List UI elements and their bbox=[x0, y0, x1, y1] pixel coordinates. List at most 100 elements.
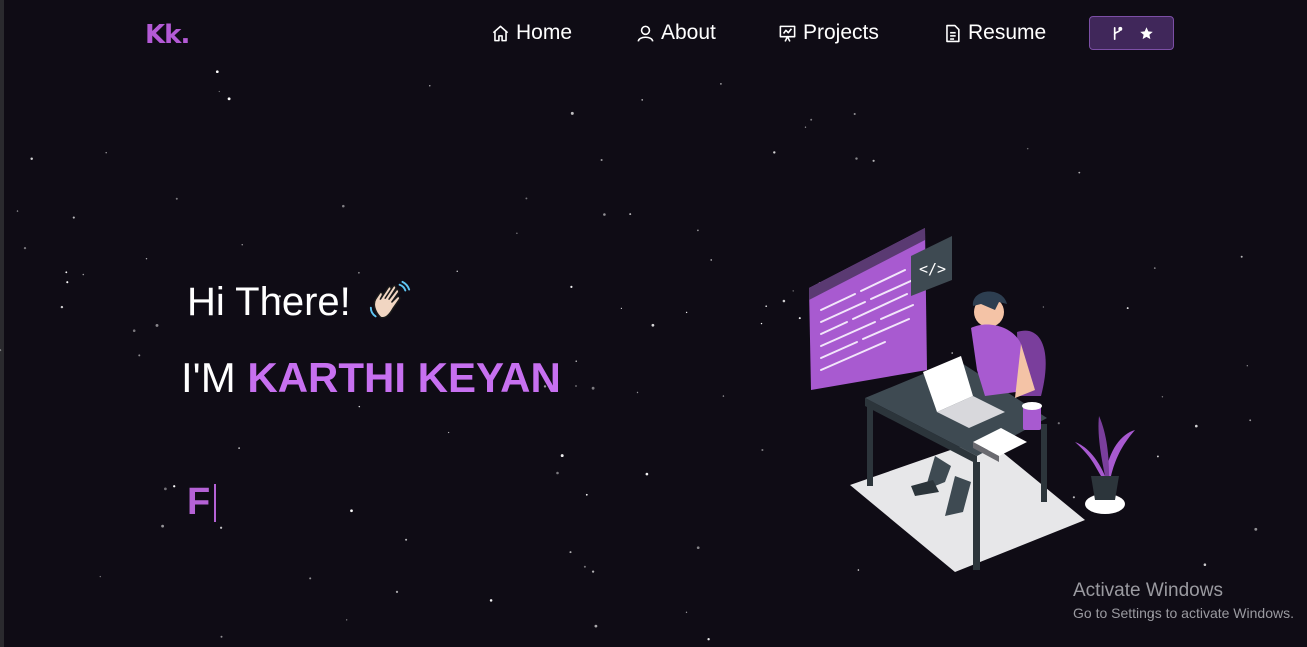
windows-activation-watermark: Activate Windows Go to Settings to activ… bbox=[1073, 580, 1294, 621]
star bbox=[350, 509, 353, 513]
nav-resume[interactable]: Resume bbox=[943, 20, 1046, 46]
star bbox=[346, 619, 348, 621]
star bbox=[173, 485, 176, 488]
star bbox=[489, 599, 493, 602]
star bbox=[447, 431, 450, 434]
star bbox=[569, 551, 572, 554]
star bbox=[72, 216, 75, 219]
star bbox=[855, 157, 858, 160]
star bbox=[585, 493, 588, 496]
star bbox=[30, 157, 33, 161]
star bbox=[1246, 365, 1248, 367]
waving-hand-icon bbox=[369, 280, 410, 319]
nav-projects-label: Projects bbox=[803, 21, 879, 44]
hero-name: KARTHI KEYAN bbox=[247, 354, 561, 401]
nav-home[interactable]: Home bbox=[491, 20, 572, 46]
star bbox=[560, 454, 564, 458]
star bbox=[591, 386, 595, 390]
star bbox=[16, 210, 19, 212]
star bbox=[405, 538, 408, 541]
star bbox=[238, 447, 240, 449]
star bbox=[641, 99, 644, 101]
star-icon bbox=[1139, 26, 1153, 39]
star bbox=[1078, 171, 1081, 174]
nav-projects[interactable]: Projects bbox=[778, 20, 879, 46]
star bbox=[696, 546, 700, 550]
star bbox=[591, 570, 595, 573]
nav-about[interactable]: About bbox=[636, 20, 716, 46]
star bbox=[132, 329, 136, 332]
site-logo[interactable]: Kk. bbox=[145, 20, 190, 50]
greeting-text: Hi There! bbox=[187, 279, 351, 324]
star bbox=[570, 111, 574, 115]
watermark-title: Activate Windows bbox=[1073, 580, 1223, 601]
watermark-subtitle: Go to Settings to activate Windows. bbox=[1073, 605, 1294, 621]
star bbox=[1161, 396, 1164, 398]
star bbox=[65, 271, 68, 274]
star bbox=[1194, 424, 1198, 428]
star bbox=[773, 151, 776, 154]
star bbox=[241, 244, 243, 246]
home-icon bbox=[492, 25, 509, 41]
star bbox=[0, 349, 2, 352]
star bbox=[761, 448, 764, 452]
github-fork-button[interactable] bbox=[1089, 16, 1174, 50]
star bbox=[429, 85, 431, 87]
star bbox=[358, 405, 361, 408]
star bbox=[395, 590, 399, 594]
typewriter-value: F bbox=[187, 481, 211, 523]
star bbox=[66, 281, 69, 284]
star bbox=[722, 395, 725, 397]
star bbox=[685, 611, 688, 613]
star bbox=[23, 246, 27, 250]
star bbox=[710, 259, 712, 261]
star bbox=[60, 305, 64, 309]
star bbox=[594, 624, 598, 628]
star bbox=[1254, 527, 1258, 531]
star bbox=[575, 360, 577, 362]
star bbox=[600, 158, 603, 162]
star bbox=[358, 271, 360, 274]
star bbox=[645, 472, 649, 476]
star bbox=[215, 70, 219, 74]
star bbox=[219, 526, 223, 529]
star bbox=[696, 229, 699, 232]
star bbox=[105, 151, 107, 154]
nav-home-label: Home bbox=[516, 21, 573, 44]
user-icon bbox=[637, 25, 654, 42]
star bbox=[760, 322, 763, 325]
star bbox=[164, 487, 167, 491]
star bbox=[853, 112, 856, 116]
star bbox=[620, 307, 623, 310]
star bbox=[309, 577, 312, 580]
star bbox=[603, 213, 606, 216]
intro-prefix: I'M bbox=[181, 354, 236, 401]
star bbox=[872, 159, 875, 162]
star bbox=[220, 635, 223, 638]
star bbox=[516, 232, 518, 234]
star bbox=[161, 524, 165, 528]
star bbox=[685, 311, 688, 314]
star bbox=[629, 213, 632, 216]
nav-resume-label: Resume bbox=[968, 21, 1047, 44]
star bbox=[765, 305, 768, 308]
nav-about-label: About bbox=[661, 21, 716, 44]
star bbox=[810, 118, 813, 121]
star bbox=[1156, 455, 1159, 458]
hero-intro: I'M KARTHI KEYAN bbox=[181, 354, 561, 402]
star bbox=[792, 290, 794, 292]
star bbox=[707, 638, 710, 641]
star bbox=[155, 323, 159, 327]
developer-at-desk-illustration: </> bbox=[809, 228, 1135, 572]
star bbox=[342, 204, 345, 208]
star bbox=[525, 197, 528, 200]
star bbox=[556, 471, 559, 475]
star bbox=[583, 565, 586, 568]
hero-greeting: Hi There! bbox=[187, 279, 413, 325]
star bbox=[1203, 563, 1207, 566]
star bbox=[636, 391, 639, 394]
star bbox=[456, 270, 458, 272]
star bbox=[218, 90, 220, 93]
git-fork-icon bbox=[1113, 26, 1122, 40]
star bbox=[1240, 255, 1243, 258]
